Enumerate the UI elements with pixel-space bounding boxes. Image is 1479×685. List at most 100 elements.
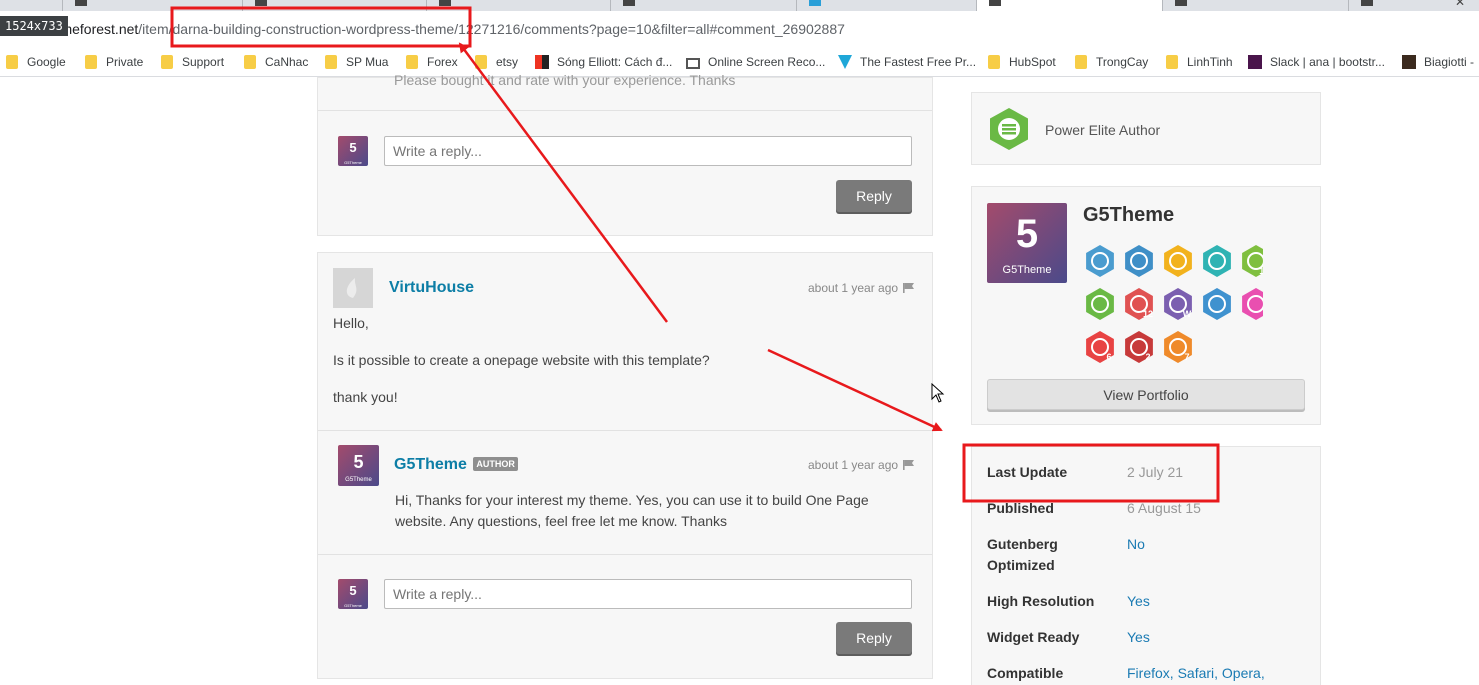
- divider: [318, 110, 932, 111]
- browser-tab[interactable]: [1162, 0, 1348, 11]
- bookmark-hubspot[interactable]: HubSpot: [988, 54, 1056, 70]
- avatar: [333, 268, 373, 308]
- bookmark-song-elliott[interactable]: Sóng Elliott: Cách đ...: [535, 54, 672, 70]
- badge-count: 2: [1145, 352, 1150, 362]
- meta-value: 6 August 15: [1127, 500, 1201, 516]
- meta-label: Widget Ready: [987, 629, 1080, 645]
- power-elite-badge[interactable]: [1086, 288, 1114, 320]
- fast-badge[interactable]: [1203, 288, 1231, 320]
- reply-timestamp: about 1 year ago: [808, 458, 915, 472]
- browser-tab[interactable]: [242, 0, 426, 11]
- bookmark-sp-mua[interactable]: SP Mua: [325, 54, 388, 70]
- author-logo[interactable]: 5 G5Theme: [987, 203, 1067, 283]
- reply-button[interactable]: Reply: [836, 180, 912, 212]
- featured-badge[interactable]: [1203, 245, 1231, 277]
- bookmark-biagiotti[interactable]: Biagiotti -: [1402, 54, 1474, 70]
- meta-value[interactable]: Firefox, Safari, Opera,: [1127, 663, 1265, 684]
- reply-input[interactable]: [384, 579, 912, 609]
- arrow-icon: [838, 55, 852, 69]
- comment-username[interactable]: VirtuHouse: [389, 279, 474, 297]
- folder-icon: [1075, 55, 1087, 69]
- support-badge[interactable]: [1164, 245, 1192, 277]
- flag-icon[interactable]: [903, 460, 915, 470]
- bookmarks-bar: Google Private Support CaNhac SP Mua For…: [0, 47, 1479, 77]
- flag-icon[interactable]: [903, 283, 915, 293]
- elliott-icon: [535, 55, 549, 69]
- comment-line: Hello,: [333, 315, 369, 331]
- item-meta-card: Last Update 2 July 21 Published 6 August…: [971, 446, 1321, 685]
- author-name[interactable]: G5Theme: [1083, 204, 1174, 227]
- comment-timestamp: about 1 year ago: [808, 281, 915, 295]
- years-badge[interactable]: 7: [1164, 331, 1192, 363]
- meta-label: High Resolution: [987, 593, 1095, 609]
- avatar: 5 G5Theme: [338, 579, 368, 609]
- browser-tab[interactable]: [610, 0, 796, 11]
- divider: [318, 554, 932, 555]
- slack-icon: [1248, 55, 1262, 69]
- folder-icon: [244, 55, 256, 69]
- author-badge: AUTHOR: [473, 457, 518, 471]
- address-bar[interactable]: 1524x733 themeforest.net/item/darna-buil…: [0, 11, 1479, 47]
- bookmark-fastest-free[interactable]: The Fastest Free Pr...: [838, 54, 976, 70]
- mouse-cursor-icon: [931, 383, 945, 403]
- previous-comment-text: Please bought it and rate with your expe…: [394, 72, 736, 88]
- folder-icon: [325, 55, 337, 69]
- collector-badge[interactable]: 6: [1086, 331, 1114, 363]
- bookmark-screen-recorder[interactable]: Online Screen Reco...: [686, 54, 825, 70]
- community-badge[interactable]: 2: [1125, 331, 1153, 363]
- reply-username[interactable]: G5Theme AUTHOR: [394, 456, 518, 474]
- bookmark-support[interactable]: Support: [161, 54, 224, 70]
- badge-count: 1B: [1259, 266, 1263, 276]
- meta-label: Published: [987, 500, 1054, 516]
- exclusive-author-badge[interactable]: [1125, 245, 1153, 277]
- bookmark-private[interactable]: Private: [85, 54, 143, 70]
- meta-value[interactable]: Yes: [1127, 591, 1150, 612]
- reply-input[interactable]: [384, 136, 912, 166]
- bookmark-linhtinh[interactable]: LinhTinh: [1166, 54, 1233, 70]
- folder-icon: [988, 55, 1000, 69]
- author-card: 5G5Theme G5Theme 1B 12 W 6 2 7 View Portfolio: [971, 186, 1321, 425]
- url-text[interactable]: themeforest.net/item/darna-building-cons…: [41, 21, 845, 37]
- bookmark-google[interactable]: Google: [6, 54, 66, 70]
- badge-count: 7: [1184, 352, 1189, 362]
- weekly-top-seller-badge[interactable]: W: [1164, 288, 1192, 320]
- browser-tab[interactable]: [426, 0, 610, 11]
- folder-icon: [1166, 55, 1178, 69]
- power-elite-card: Power Elite Author: [971, 92, 1321, 165]
- bookmark-forex[interactable]: Forex: [406, 54, 458, 70]
- browser-tab-active[interactable]: [976, 0, 1162, 11]
- folder-icon: [6, 55, 18, 69]
- sales-badge[interactable]: 1B: [1242, 245, 1263, 277]
- comment-line: thank you!: [333, 389, 398, 405]
- bookmark-trongcay[interactable]: TrongCay: [1075, 54, 1148, 70]
- monitor-icon: [686, 58, 700, 69]
- reply-button[interactable]: Reply: [836, 622, 912, 654]
- author-level-badge[interactable]: [1086, 245, 1114, 277]
- browser-tab[interactable]: [796, 0, 976, 11]
- meta-label: Gutenberg Optimized: [987, 536, 1058, 573]
- badge-count: 12: [1143, 309, 1153, 319]
- power-elite-icon: [990, 108, 1028, 150]
- badge-count: W: [1183, 309, 1192, 319]
- browser-tab[interactable]: ✕: [1348, 0, 1479, 11]
- folder-icon: [161, 55, 173, 69]
- comment-thread: VirtuHouse about 1 year ago Hello, Is it…: [317, 252, 933, 679]
- folder-icon: [475, 55, 487, 69]
- bookmark-etsy[interactable]: etsy: [475, 54, 518, 70]
- meta-label: Compatible: [987, 665, 1064, 681]
- bookmark-slack[interactable]: Slack | ana | bootstr...: [1248, 54, 1385, 70]
- referral-badge[interactable]: 12: [1125, 288, 1153, 320]
- gem-badge[interactable]: [1242, 288, 1263, 320]
- view-portfolio-button[interactable]: View Portfolio: [987, 379, 1305, 410]
- meta-value[interactable]: No: [1127, 534, 1145, 555]
- close-icon[interactable]: ✕: [1455, 0, 1465, 9]
- tab-strip: ✕: [0, 0, 1479, 11]
- comment-card: Please bought it and rate with your expe…: [317, 72, 933, 236]
- comment-line: Is it possible to create a onepage websi…: [333, 352, 710, 368]
- badge-count: 6: [1106, 352, 1111, 362]
- folder-icon: [406, 55, 418, 69]
- power-elite-label: Power Elite Author: [1045, 122, 1161, 138]
- bookmark-canhac[interactable]: CaNhac: [244, 54, 308, 70]
- meta-value[interactable]: Yes: [1127, 627, 1150, 648]
- browser-tab[interactable]: [62, 0, 242, 11]
